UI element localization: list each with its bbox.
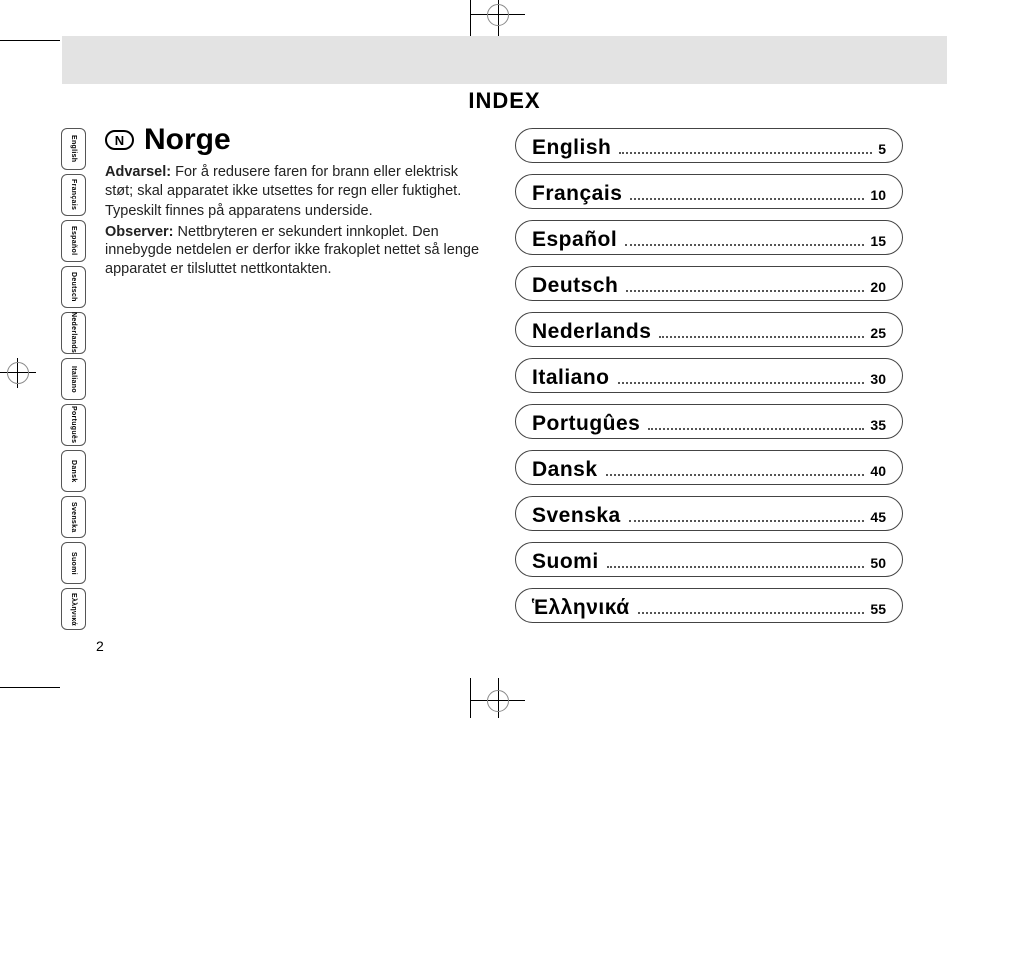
- tab-francais[interactable]: Français: [61, 174, 86, 216]
- index-row-svenska[interactable]: Svenska 45: [515, 496, 903, 531]
- index-row-deutsch[interactable]: Deutsch 20: [515, 266, 903, 301]
- tab-label: English: [70, 135, 77, 162]
- index-lang: Suomi: [532, 550, 599, 574]
- tab-label: Français: [70, 179, 77, 210]
- tab-label: Dansk: [70, 460, 77, 483]
- tab-deutsch[interactable]: Deutsch: [61, 266, 86, 308]
- norge-section: N Norge Advarsel: For å redusere faren f…: [105, 123, 485, 280]
- norge-heading: Norge: [144, 123, 231, 157]
- tab-espanol[interactable]: Español: [61, 220, 86, 262]
- index-page: 30: [870, 371, 886, 387]
- dot-leader: [659, 336, 864, 338]
- tab-suomi[interactable]: Suomi: [61, 542, 86, 584]
- dot-leader: [638, 612, 865, 614]
- tab-label: Español: [70, 226, 77, 255]
- dot-leader: [607, 566, 865, 568]
- index-lang: Ἑλληνικά: [532, 596, 630, 620]
- index-page: 50: [870, 555, 886, 571]
- tab-label: Italiano: [70, 366, 77, 393]
- dot-leader: [618, 382, 865, 384]
- index-lang: Français: [532, 182, 622, 206]
- tab-greek[interactable]: Ελληνικά: [61, 588, 86, 630]
- index-row-francais[interactable]: Français 10: [515, 174, 903, 209]
- advarsel-label: Advarsel:: [105, 164, 171, 180]
- index-row-italiano[interactable]: Italiano 30: [515, 358, 903, 393]
- tab-label: Svenska: [70, 502, 77, 533]
- tab-nederlands[interactable]: Nederlands: [61, 312, 86, 354]
- dot-leader: [626, 290, 864, 292]
- index-row-suomi[interactable]: Suomi 50: [515, 542, 903, 577]
- index-lang: Italiano: [532, 366, 610, 390]
- index-row-dansk[interactable]: Dansk 40: [515, 450, 903, 485]
- index-row-portugues[interactable]: Portugûes 35: [515, 404, 903, 439]
- tab-label: Nederlands: [70, 312, 77, 353]
- index-row-greek[interactable]: Ἑλληνικά 55: [515, 588, 903, 623]
- dot-leader: [619, 152, 872, 154]
- observer-paragraph: Observer: Nettbryteren er sekundert innk…: [105, 223, 485, 279]
- index-lang: Dansk: [532, 458, 598, 482]
- tab-english[interactable]: English: [61, 128, 86, 170]
- index-row-nederlands[interactable]: Nederlands 25: [515, 312, 903, 347]
- tab-label: Deutsch: [70, 272, 77, 302]
- tab-label: Ελληνικά: [70, 593, 77, 626]
- index-page: 45: [870, 509, 886, 525]
- index-page: 25: [870, 325, 886, 341]
- index-page: 5: [878, 141, 886, 157]
- index-page: 15: [870, 233, 886, 249]
- tab-label: Português: [70, 406, 77, 443]
- index-page: 40: [870, 463, 886, 479]
- tab-dansk[interactable]: Dansk: [61, 450, 86, 492]
- tab-svenska[interactable]: Svenska: [61, 496, 86, 538]
- tab-italiano[interactable]: Italiano: [61, 358, 86, 400]
- observer-label: Observer:: [105, 224, 174, 240]
- n-badge: N: [105, 130, 134, 150]
- index-page: 20: [870, 279, 886, 295]
- index-lang: English: [532, 136, 611, 160]
- tab-portugues[interactable]: Português: [61, 404, 86, 446]
- index-page: 10: [870, 187, 886, 203]
- index-page: 55: [870, 601, 886, 617]
- dot-leader: [629, 520, 865, 522]
- page-number: 2: [96, 638, 104, 654]
- index-lang: Portugûes: [532, 412, 640, 436]
- index-row-english[interactable]: English 5: [515, 128, 903, 163]
- tab-label: Suomi: [70, 552, 77, 575]
- index-lang: Español: [532, 228, 617, 252]
- dot-leader: [606, 474, 865, 476]
- index-list: English 5 Français 10 Español 15 Deutsch…: [515, 128, 903, 634]
- advarsel-paragraph: Advarsel: For å redusere faren for brann…: [105, 163, 485, 200]
- index-lang: Deutsch: [532, 274, 618, 298]
- index-lang: Svenska: [532, 504, 621, 528]
- header-gray-band: [62, 36, 947, 84]
- dot-leader: [625, 244, 864, 246]
- index-row-espanol[interactable]: Español 15: [515, 220, 903, 255]
- index-page: 35: [870, 417, 886, 433]
- typeskilt-paragraph: Typeskilt finnes på apparatens underside…: [105, 202, 485, 221]
- index-lang: Nederlands: [532, 320, 651, 344]
- dot-leader: [630, 198, 864, 200]
- dot-leader: [648, 428, 864, 430]
- language-tab-rail: English Français Español Deutsch Nederla…: [61, 128, 93, 634]
- page-title: INDEX: [0, 88, 1009, 114]
